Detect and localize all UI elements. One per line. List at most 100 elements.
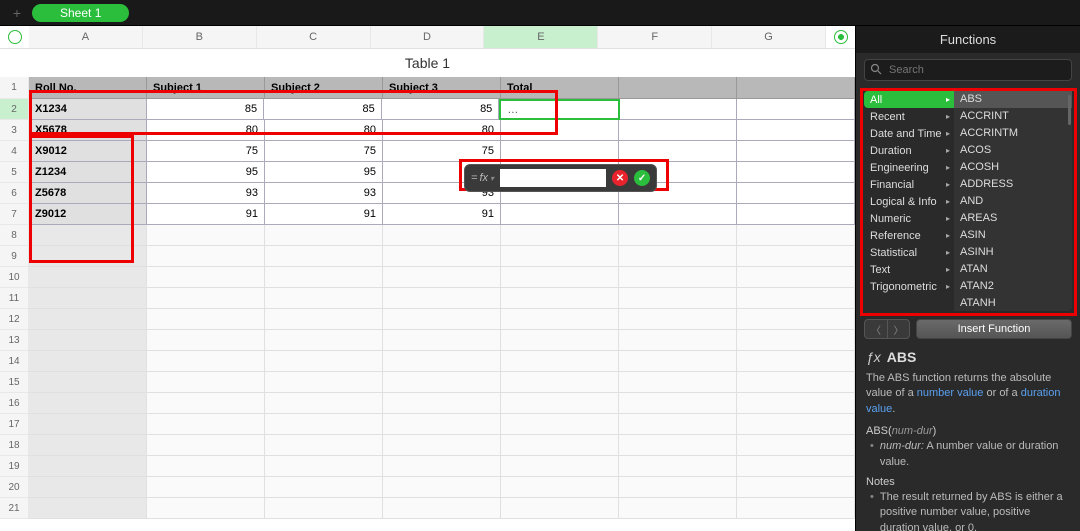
cell[interactable]: 80	[383, 120, 501, 141]
column-header-A[interactable]: A	[29, 26, 143, 48]
cell[interactable]	[619, 141, 737, 162]
column-header-B[interactable]: B	[143, 26, 257, 48]
row-header[interactable]: 11	[0, 288, 29, 309]
cell[interactable]	[265, 498, 383, 519]
row-header[interactable]: 9	[0, 246, 29, 267]
cell[interactable]	[501, 435, 619, 456]
cell[interactable]	[619, 414, 737, 435]
cell[interactable]	[265, 414, 383, 435]
cell[interactable]: X1234	[29, 99, 147, 120]
cell[interactable]	[501, 120, 619, 141]
function-item[interactable]: ACOS	[954, 142, 1072, 159]
insert-function-button[interactable]: Insert Function	[916, 319, 1072, 339]
function-item[interactable]: AND	[954, 193, 1072, 210]
cell[interactable]: Z9012	[29, 204, 147, 225]
cell[interactable]	[737, 288, 855, 309]
functions-search-input[interactable]	[864, 59, 1072, 81]
cell[interactable]	[383, 498, 501, 519]
function-category-item[interactable]: Recent▸	[864, 108, 954, 125]
row-header[interactable]: 10	[0, 267, 29, 288]
cell[interactable]	[265, 267, 383, 288]
cell[interactable]	[501, 141, 619, 162]
function-item[interactable]: AREAS	[954, 209, 1072, 226]
function-item[interactable]: ACCRINT	[954, 108, 1072, 125]
function-item[interactable]: ABS	[954, 91, 1072, 108]
cell[interactable]	[737, 99, 855, 120]
cell[interactable]	[619, 330, 737, 351]
table-origin-handle[interactable]	[0, 26, 29, 48]
cell[interactable]: 85	[264, 99, 382, 120]
cell[interactable]: 75	[147, 141, 265, 162]
cell[interactable]: 91	[265, 204, 383, 225]
cell[interactable]	[737, 456, 855, 477]
doc-link-number-value[interactable]: number value	[917, 387, 984, 399]
cell[interactable]	[619, 477, 737, 498]
row-header[interactable]: 5	[0, 162, 29, 183]
cell[interactable]: …	[499, 99, 620, 120]
fx-prefix[interactable]: = fx ▾	[471, 172, 494, 184]
function-item[interactable]: ATAN2	[954, 277, 1072, 294]
cell[interactable]: Roll No.	[29, 77, 147, 99]
sheet-tab[interactable]: Sheet 1	[32, 4, 129, 22]
cell[interactable]	[147, 435, 265, 456]
function-category-item[interactable]: Engineering▸	[864, 159, 954, 176]
cell[interactable]	[619, 120, 737, 141]
cell[interactable]	[265, 246, 383, 267]
cell[interactable]	[737, 351, 855, 372]
function-category-item[interactable]: Financial▸	[864, 176, 954, 193]
function-item[interactable]: ADDRESS	[954, 176, 1072, 193]
cell[interactable]: 80	[147, 120, 265, 141]
cell[interactable]	[737, 393, 855, 414]
cell[interactable]	[265, 309, 383, 330]
cell[interactable]	[147, 414, 265, 435]
cell[interactable]	[265, 372, 383, 393]
cell[interactable]	[737, 414, 855, 435]
cell[interactable]	[147, 225, 265, 246]
cell[interactable]	[29, 372, 147, 393]
cell[interactable]	[501, 288, 619, 309]
row-header[interactable]: 12	[0, 309, 29, 330]
cell[interactable]	[147, 372, 265, 393]
cell[interactable]	[147, 267, 265, 288]
cell[interactable]: Z5678	[29, 183, 147, 204]
cell[interactable]	[383, 372, 501, 393]
function-category-item[interactable]: Reference▸	[864, 227, 954, 244]
cell[interactable]	[29, 498, 147, 519]
cell[interactable]	[265, 456, 383, 477]
cell[interactable]: 85	[147, 99, 265, 120]
cell[interactable]	[147, 477, 265, 498]
cell[interactable]: Subject 2	[265, 77, 383, 99]
function-category-item[interactable]: Logical & Info▸	[864, 193, 954, 210]
cell[interactable]	[737, 477, 855, 498]
cell[interactable]: Z1234	[29, 162, 147, 183]
column-header-E[interactable]: E	[484, 26, 598, 48]
cell[interactable]	[737, 183, 855, 204]
cell[interactable]	[737, 435, 855, 456]
cell[interactable]	[737, 204, 855, 225]
cell[interactable]	[29, 246, 147, 267]
row-header[interactable]: 17	[0, 414, 29, 435]
cell[interactable]	[501, 393, 619, 414]
cell[interactable]: Subject 3	[383, 77, 501, 99]
cell[interactable]	[501, 477, 619, 498]
cell[interactable]	[619, 77, 737, 99]
cell[interactable]	[501, 267, 619, 288]
cell[interactable]	[147, 330, 265, 351]
cell[interactable]	[737, 120, 855, 141]
cell[interactable]	[619, 246, 737, 267]
cell[interactable]	[383, 225, 501, 246]
cell[interactable]	[501, 498, 619, 519]
cell[interactable]	[383, 309, 501, 330]
cell[interactable]	[383, 330, 501, 351]
row-header[interactable]: 6	[0, 183, 29, 204]
cell[interactable]: X5678	[29, 120, 147, 141]
cell[interactable]	[29, 456, 147, 477]
cell[interactable]	[501, 330, 619, 351]
cell[interactable]: 75	[383, 141, 501, 162]
cell[interactable]: 75	[265, 141, 383, 162]
cell[interactable]	[29, 351, 147, 372]
cell[interactable]	[383, 435, 501, 456]
function-item[interactable]: ATANH	[954, 294, 1072, 311]
cell[interactable]: X9012	[29, 141, 147, 162]
cell[interactable]	[29, 267, 147, 288]
